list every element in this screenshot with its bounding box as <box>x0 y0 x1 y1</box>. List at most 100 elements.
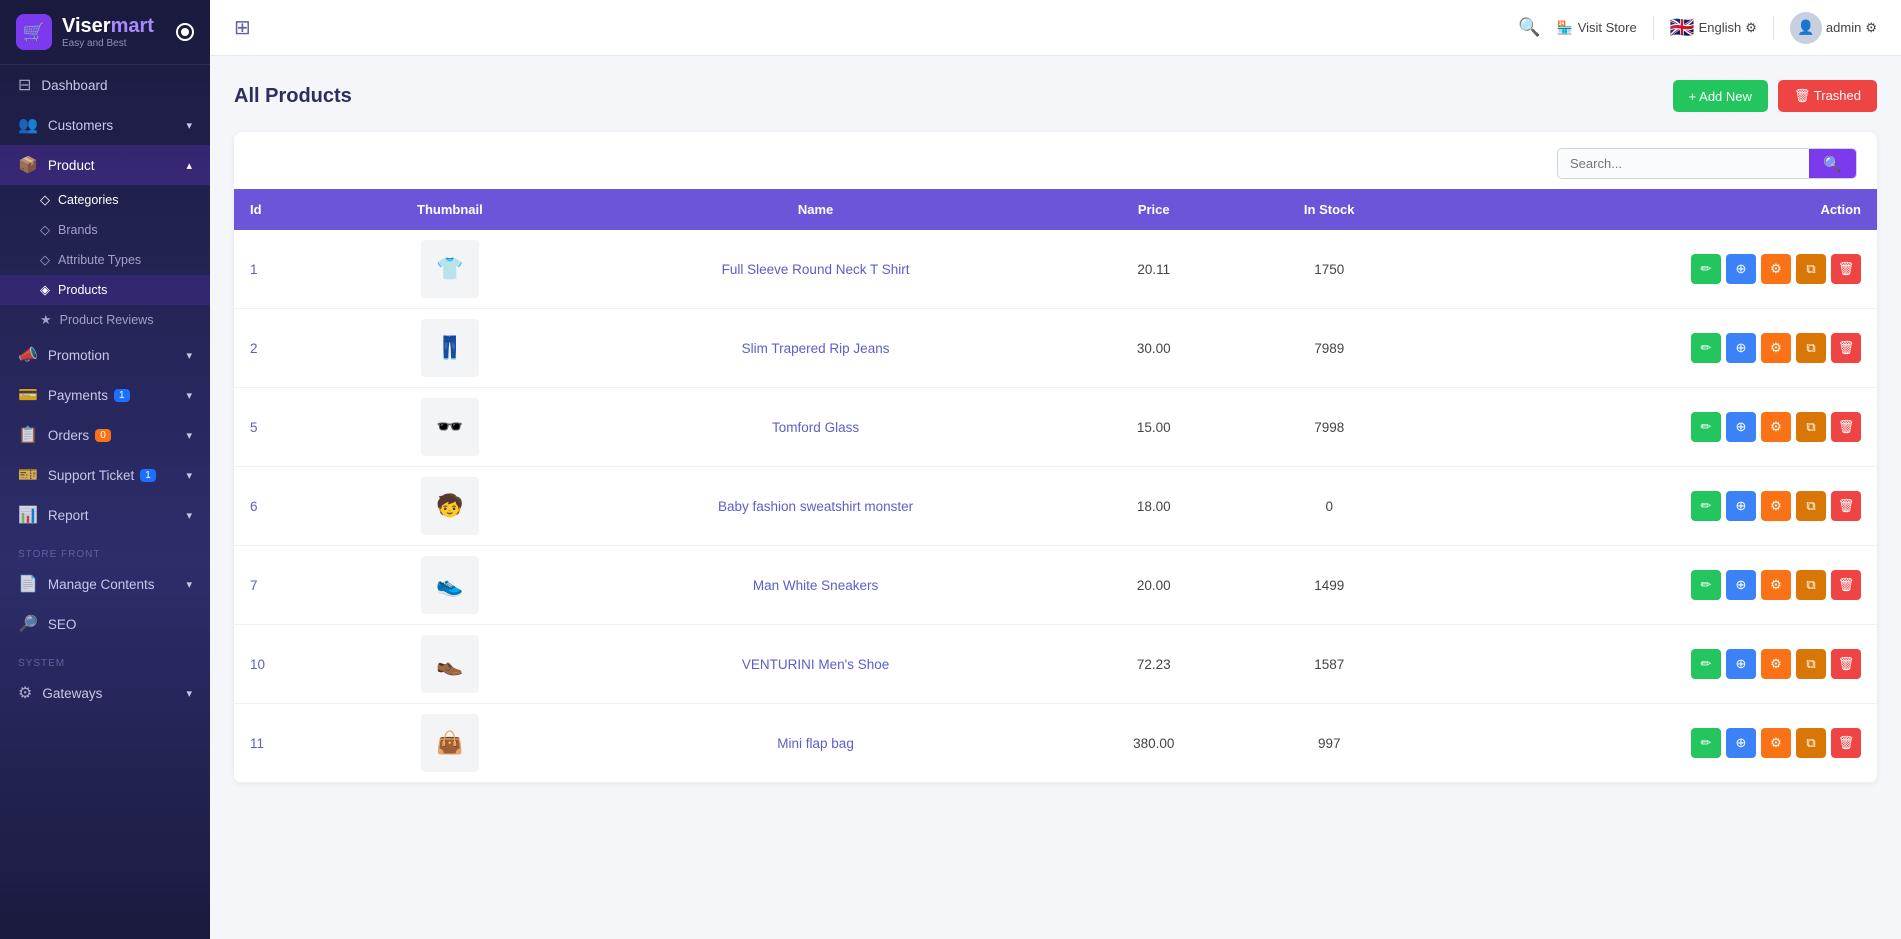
chevron-down-icon: ▾ <box>186 509 192 522</box>
cell-in-stock: 1587 <box>1236 625 1422 704</box>
view-button[interactable]: ⊕ <box>1726 570 1756 600</box>
cell-thumbnail: 🧒 <box>340 467 560 546</box>
chevron-down-icon: ⚙ <box>1865 20 1877 36</box>
delete-button[interactable]: 🗑 <box>1831 333 1861 363</box>
cell-name: Man White Sneakers <box>560 546 1071 625</box>
brands-icon: ◇ <box>40 222 50 238</box>
cell-name: Baby fashion sweatshirt monster <box>560 467 1071 546</box>
customers-icon: 👥 <box>18 115 38 135</box>
duplicate-button[interactable]: ⧉ <box>1796 570 1826 600</box>
settings-button[interactable]: ⚙ <box>1761 570 1791 600</box>
settings-button[interactable]: ⚙ <box>1761 491 1791 521</box>
settings-button[interactable]: ⚙ <box>1761 728 1791 758</box>
sidebar-item-label: Manage Contents <box>48 577 155 592</box>
system-section-label: SYSTEM <box>0 644 210 673</box>
categories-icon: ◇ <box>40 192 50 208</box>
sidebar-item-label: Orders <box>48 428 89 443</box>
edit-button[interactable]: ✏ <box>1691 333 1721 363</box>
sidebar-item-support-ticket[interactable]: 🎫 Support Ticket 1 ▾ <box>0 455 210 495</box>
search-button[interactable]: 🔍 <box>1809 149 1856 178</box>
duplicate-button[interactable]: ⧉ <box>1796 333 1826 363</box>
view-button[interactable]: ⊕ <box>1726 649 1756 679</box>
chevron-down-icon: ▾ <box>186 389 192 402</box>
edit-button[interactable]: ✏ <box>1691 728 1721 758</box>
sidebar-item-gateways[interactable]: ⚙ Gateways ▾ <box>0 673 210 713</box>
header-actions: + Add New 🗑 Trashed <box>1673 80 1877 112</box>
visit-store-link[interactable]: 🏪 Visit Store <box>1557 20 1637 36</box>
edit-button[interactable]: ✏ <box>1691 412 1721 442</box>
sidebar-item-seo[interactable]: 🔎 SEO <box>0 604 210 644</box>
view-button[interactable]: ⊕ <box>1726 491 1756 521</box>
sidebar-item-label: Promotion <box>48 348 110 363</box>
action-buttons: ✏ ⊕ ⚙ ⧉ 🗑 <box>1438 728 1861 758</box>
duplicate-button[interactable]: ⧉ <box>1796 728 1826 758</box>
sidebar-item-product-reviews[interactable]: ★ Product Reviews <box>0 305 210 335</box>
delete-button[interactable]: 🗑 <box>1831 254 1861 284</box>
cell-thumbnail: 👞 <box>340 625 560 704</box>
sidebar-item-report[interactable]: 📊 Report ▾ <box>0 495 210 535</box>
cell-action: ✏ ⊕ ⚙ ⧉ 🗑 <box>1422 546 1877 625</box>
sidebar-item-promotion[interactable]: 📣 Promotion ▾ <box>0 335 210 375</box>
cell-thumbnail: 👕 <box>340 230 560 309</box>
sidebar-item-brands[interactable]: ◇ Brands <box>0 215 210 245</box>
edit-button[interactable]: ✏ <box>1691 649 1721 679</box>
view-button[interactable]: ⊕ <box>1726 333 1756 363</box>
table-body: 1 👕 Full Sleeve Round Neck T Shirt 20.11… <box>234 230 1877 783</box>
settings-button[interactable]: ⚙ <box>1761 412 1791 442</box>
sidebar-item-dashboard[interactable]: ⊟ Dashboard <box>0 65 210 105</box>
delete-button[interactable]: 🗑 <box>1831 649 1861 679</box>
chevron-up-icon: ▴ <box>186 159 192 172</box>
trashed-button[interactable]: 🗑 Trashed <box>1778 80 1877 112</box>
gateways-icon: ⚙ <box>18 683 32 703</box>
view-button[interactable]: ⊕ <box>1726 412 1756 442</box>
edit-button[interactable]: ✏ <box>1691 570 1721 600</box>
delete-button[interactable]: 🗑 <box>1831 491 1861 521</box>
add-new-button[interactable]: + Add New <box>1673 80 1768 112</box>
delete-button[interactable]: 🗑 <box>1831 728 1861 758</box>
col-id: Id <box>234 189 340 230</box>
cell-thumbnail: 👟 <box>340 546 560 625</box>
duplicate-button[interactable]: ⧉ <box>1796 491 1826 521</box>
sidebar-item-orders[interactable]: 📋 Orders 0 ▾ <box>0 415 210 455</box>
orders-icon: 📋 <box>18 425 38 445</box>
table-row: 1 👕 Full Sleeve Round Neck T Shirt 20.11… <box>234 230 1877 309</box>
duplicate-button[interactable]: ⧉ <box>1796 412 1826 442</box>
table-row: 2 👖 Slim Trapered Rip Jeans 30.00 7989 ✏… <box>234 309 1877 388</box>
logo-mart: mart <box>111 15 154 37</box>
store-front-section-label: STORE FRONT <box>0 535 210 564</box>
chevron-down-icon: ▾ <box>186 687 192 700</box>
topbar-search-icon[interactable]: 🔍 <box>1518 17 1540 38</box>
sidebar-item-manage-contents[interactable]: 📄 Manage Contents ▾ <box>0 564 210 604</box>
sidebar-item-label: Products <box>58 283 107 297</box>
cell-price: 72.23 <box>1071 625 1236 704</box>
sidebar-item-payments[interactable]: 💳 Payments 1 ▾ <box>0 375 210 415</box>
settings-button[interactable]: ⚙ <box>1761 333 1791 363</box>
settings-button[interactable]: ⚙ <box>1761 649 1791 679</box>
edit-button[interactable]: ✏ <box>1691 254 1721 284</box>
search-input[interactable] <box>1558 149 1809 178</box>
view-button[interactable]: ⊕ <box>1726 254 1756 284</box>
cell-price: 18.00 <box>1071 467 1236 546</box>
settings-button[interactable]: ⚙ <box>1761 254 1791 284</box>
duplicate-button[interactable]: ⧉ <box>1796 649 1826 679</box>
edit-button[interactable]: ✏ <box>1691 491 1721 521</box>
support-badge: 1 <box>140 469 156 482</box>
sidebar-toggle-button[interactable] <box>176 23 194 41</box>
sidebar-item-products[interactable]: ◈ Products <box>0 275 210 305</box>
delete-button[interactable]: 🗑 <box>1831 412 1861 442</box>
sidebar-item-attribute-types[interactable]: ◇ Attribute Types <box>0 245 210 275</box>
chevron-down-icon: ⚙ <box>1745 20 1757 36</box>
store-icon: 🏪 <box>1557 20 1573 36</box>
cell-price: 30.00 <box>1071 309 1236 388</box>
cell-id: 11 <box>234 704 340 783</box>
table-row: 5 🕶️ Tomford Glass 15.00 7998 ✏ ⊕ ⚙ ⧉ 🗑 <box>234 388 1877 467</box>
sidebar-item-customers[interactable]: 👥 Customers ▾ <box>0 105 210 145</box>
view-button[interactable]: ⊕ <box>1726 728 1756 758</box>
duplicate-button[interactable]: ⧉ <box>1796 254 1826 284</box>
sidebar-item-product[interactable]: 📦 Product ▴ <box>0 145 210 185</box>
delete-button[interactable]: 🗑 <box>1831 570 1861 600</box>
sidebar-item-categories[interactable]: ◇ Categories <box>0 185 210 215</box>
admin-menu[interactable]: 👤 admin ⚙ <box>1790 12 1877 44</box>
attribute-types-icon: ◇ <box>40 252 50 268</box>
language-selector[interactable]: 🇬🇧 English ⚙ <box>1670 15 1757 40</box>
